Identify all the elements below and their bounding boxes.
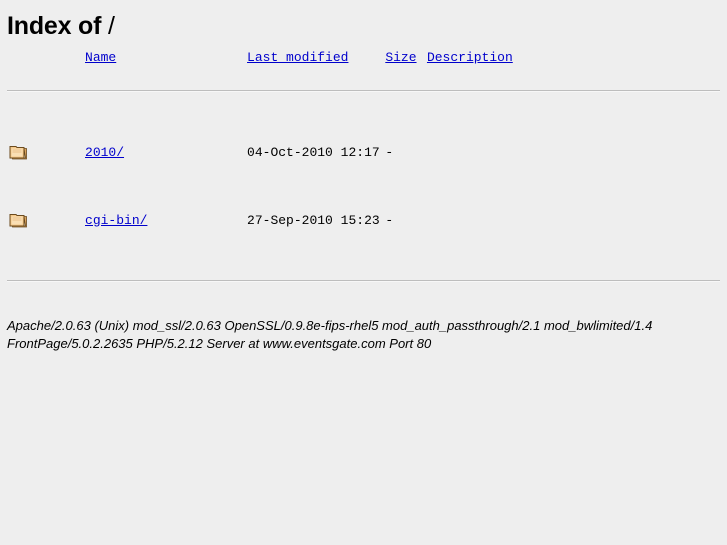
directory-listing-body: 2010/ 04-Oct-2010 12:17 - cgi-bin/ 27-Se… xyxy=(7,118,720,308)
horizontal-rule-top xyxy=(7,90,720,92)
table-header-row: Name Last modified Size Description xyxy=(7,40,720,64)
table-row: 2010/ 04-Oct-2010 12:17 - xyxy=(7,118,720,186)
row-size: - xyxy=(385,144,394,160)
table-row: cgi-bin/ 27-Sep-2010 15:23 - xyxy=(7,186,720,254)
page-title: Index of / xyxy=(7,0,720,40)
header-divider-cell xyxy=(7,64,720,118)
sort-by-name-link[interactable]: Name xyxy=(85,50,116,65)
server-signature-line-1: Apache/2.0.63 (Unix) mod_ssl/2.0.63 Open… xyxy=(7,318,653,333)
directory-listing-page: Index of / Name Last modified Size Descr… xyxy=(0,0,727,545)
row-name-cell: cgi-bin/ xyxy=(85,186,247,254)
header-last-modified: Last modified xyxy=(247,40,385,64)
server-signature-line-2: FrontPage/5.0.2.2635 PHP/5.2.12 Server a… xyxy=(7,335,432,351)
footer-divider-row xyxy=(7,254,720,308)
sort-by-size-link[interactable]: Size xyxy=(385,50,416,65)
directory-listing-table: Name Last modified Size Description 2010… xyxy=(7,40,720,308)
row-description xyxy=(427,186,720,254)
directory-link[interactable]: cgi-bin/ xyxy=(85,213,147,228)
row-last-modified: 04-Oct-2010 12:17 xyxy=(247,144,380,160)
row-description xyxy=(427,118,720,186)
server-signature: Apache/2.0.63 (Unix) mod_ssl/2.0.63 Open… xyxy=(7,308,667,352)
row-icon-cell xyxy=(7,186,85,254)
header-name: Name xyxy=(85,40,247,64)
row-last-modified: 27-Sep-2010 15:23 xyxy=(247,212,380,228)
folder-icon xyxy=(9,146,27,160)
header-description: Description xyxy=(427,40,720,64)
sort-by-last-modified-link[interactable]: Last modified xyxy=(247,50,348,65)
header-icon-cell xyxy=(7,40,85,64)
row-icon-cell xyxy=(7,118,85,186)
header-size: Size xyxy=(385,40,427,64)
row-size: - xyxy=(385,212,394,228)
row-name-cell: 2010/ xyxy=(85,118,247,186)
page-title-prefix: Index of xyxy=(7,12,108,40)
header-divider-row xyxy=(7,64,720,118)
horizontal-rule-bottom xyxy=(7,280,720,282)
page-title-path: / xyxy=(107,12,115,40)
sort-by-description-link[interactable]: Description xyxy=(427,50,513,65)
folder-icon xyxy=(9,214,27,228)
footer-divider-cell xyxy=(7,254,720,308)
directory-link[interactable]: 2010/ xyxy=(85,145,124,160)
